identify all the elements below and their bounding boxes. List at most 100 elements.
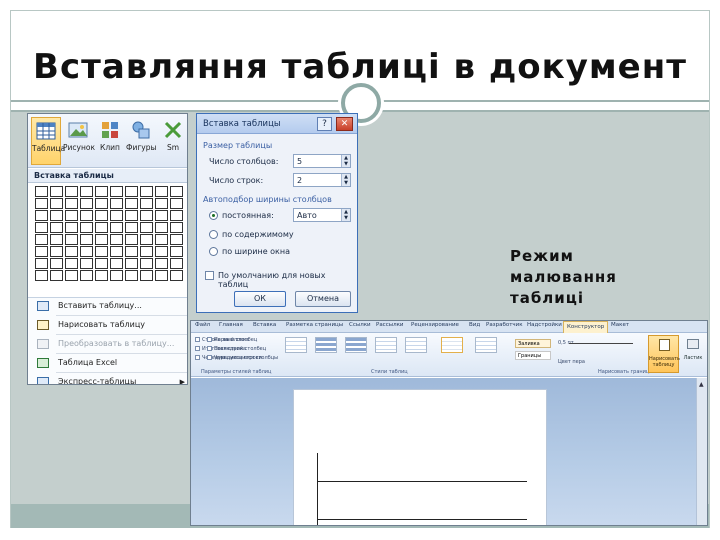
last-column-checkbox[interactable]: Последний столбец xyxy=(207,346,266,352)
table-size-cell[interactable] xyxy=(140,186,153,197)
table-size-cell[interactable] xyxy=(50,234,63,245)
close-button[interactable]: ✕ xyxy=(336,117,353,131)
menu-item-insert-table[interactable]: Вставить таблицу... xyxy=(28,298,187,314)
clip-ribbon-button[interactable]: Клип xyxy=(95,117,125,165)
spinner-arrows-icon[interactable]: ▲ ▼ xyxy=(341,209,350,221)
table-size-cell[interactable] xyxy=(125,246,138,257)
table-size-cell[interactable] xyxy=(140,258,153,269)
table-size-cell[interactable] xyxy=(80,222,93,233)
document-page[interactable] xyxy=(293,389,547,525)
table-size-cell[interactable] xyxy=(140,222,153,233)
table-size-cell[interactable] xyxy=(155,222,168,233)
table-size-cell[interactable] xyxy=(65,186,78,197)
table-size-cell[interactable] xyxy=(125,210,138,221)
table-size-cell[interactable] xyxy=(155,198,168,209)
table-size-cell[interactable] xyxy=(95,246,108,257)
table-size-cell[interactable] xyxy=(110,186,123,197)
table-style-swatch[interactable] xyxy=(405,337,427,353)
table-size-cell[interactable] xyxy=(35,270,48,281)
smartart-ribbon-button[interactable]: Sm xyxy=(158,117,187,165)
rows-spinner[interactable]: 2 ▲ ▼ xyxy=(293,173,351,187)
table-size-cell[interactable] xyxy=(65,246,78,257)
table-size-cell[interactable] xyxy=(125,222,138,233)
table-size-cell[interactable] xyxy=(170,234,183,245)
help-button[interactable]: ? xyxy=(317,117,332,131)
radio-fixed-width[interactable] xyxy=(209,211,218,220)
table-style-swatch[interactable] xyxy=(441,337,463,353)
tab-developer[interactable]: Разработчик xyxy=(486,322,523,328)
table-size-cell[interactable] xyxy=(125,270,138,281)
table-size-cell[interactable] xyxy=(35,234,48,245)
table-size-cell[interactable] xyxy=(80,246,93,257)
table-size-cell[interactable] xyxy=(95,258,108,269)
table-size-cell[interactable] xyxy=(95,210,108,221)
table-size-cell[interactable] xyxy=(35,186,48,197)
table-size-cell[interactable] xyxy=(110,198,123,209)
table-size-cell[interactable] xyxy=(170,246,183,257)
table-size-cell[interactable] xyxy=(95,198,108,209)
scroll-up-icon[interactable]: ▲ xyxy=(699,381,704,388)
fixed-width-spinner[interactable]: Авто ▲ ▼ xyxy=(293,208,351,222)
table-size-cell[interactable] xyxy=(35,258,48,269)
cancel-button[interactable]: Отмена xyxy=(295,291,351,307)
table-size-cell[interactable] xyxy=(50,186,63,197)
table-style-swatch[interactable] xyxy=(475,337,497,353)
tab-page-layout[interactable]: Разметка страницы xyxy=(286,322,343,328)
table-size-cell[interactable] xyxy=(140,234,153,245)
table-size-cell[interactable] xyxy=(110,210,123,221)
table-size-cell[interactable] xyxy=(170,270,183,281)
table-size-cell[interactable] xyxy=(65,234,78,245)
checkbox[interactable] xyxy=(207,337,212,342)
tab-design[interactable]: Конструктор xyxy=(563,321,609,333)
tab-view[interactable]: Вид xyxy=(469,322,480,328)
table-size-cell[interactable] xyxy=(35,198,48,209)
table-size-cell[interactable] xyxy=(80,186,93,197)
table-size-cell[interactable] xyxy=(35,222,48,233)
pen-color-button[interactable]: Цвет пера xyxy=(558,359,585,365)
table-size-cell[interactable] xyxy=(80,258,93,269)
table-size-cell[interactable] xyxy=(125,198,138,209)
tab-addins[interactable]: Надстройки xyxy=(527,322,562,328)
banded-columns-checkbox[interactable]: Чередующиеся столбцы xyxy=(207,355,278,361)
checkbox[interactable] xyxy=(195,355,200,360)
table-ribbon-button[interactable]: Таблица xyxy=(31,117,65,165)
table-size-cell[interactable] xyxy=(95,270,108,281)
table-size-cell[interactable] xyxy=(170,222,183,233)
table-size-cell[interactable] xyxy=(140,198,153,209)
table-size-cell[interactable] xyxy=(35,210,48,221)
table-size-cell[interactable] xyxy=(110,258,123,269)
table-size-cell[interactable] xyxy=(125,186,138,197)
table-size-cell[interactable] xyxy=(140,270,153,281)
radio-autofit-content[interactable] xyxy=(209,230,218,239)
table-size-grid[interactable] xyxy=(35,186,183,281)
checkbox[interactable] xyxy=(207,346,212,351)
table-size-cell[interactable] xyxy=(50,270,63,281)
tab-layout[interactable]: Макет xyxy=(611,322,629,328)
table-size-cell[interactable] xyxy=(155,210,168,221)
table-style-swatch[interactable] xyxy=(345,337,367,353)
checkbox[interactable] xyxy=(207,355,212,360)
table-size-cell[interactable] xyxy=(110,270,123,281)
fill-button[interactable]: Заливка xyxy=(515,339,551,348)
table-size-cell[interactable] xyxy=(170,258,183,269)
table-size-cell[interactable] xyxy=(155,186,168,197)
checkbox[interactable] xyxy=(195,337,200,342)
table-size-cell[interactable] xyxy=(80,270,93,281)
checkbox[interactable] xyxy=(195,346,200,351)
default-new-tables-checkbox[interactable] xyxy=(205,271,214,280)
table-size-cell[interactable] xyxy=(95,186,108,197)
table-size-cell[interactable] xyxy=(35,246,48,257)
table-size-cell[interactable] xyxy=(110,246,123,257)
table-size-cell[interactable] xyxy=(125,258,138,269)
borders-button[interactable]: Границы xyxy=(515,351,551,360)
table-size-cell[interactable] xyxy=(95,222,108,233)
radio-autofit-window[interactable] xyxy=(209,247,218,256)
tab-home[interactable]: Главная xyxy=(219,322,243,328)
first-column-checkbox[interactable]: Первый столбец xyxy=(207,337,257,343)
eraser-button[interactable]: Ластик xyxy=(681,335,705,373)
table-size-cell[interactable] xyxy=(50,258,63,269)
table-size-cell[interactable] xyxy=(110,222,123,233)
table-style-swatch[interactable] xyxy=(285,337,307,353)
table-size-cell[interactable] xyxy=(50,210,63,221)
table-size-cell[interactable] xyxy=(125,234,138,245)
